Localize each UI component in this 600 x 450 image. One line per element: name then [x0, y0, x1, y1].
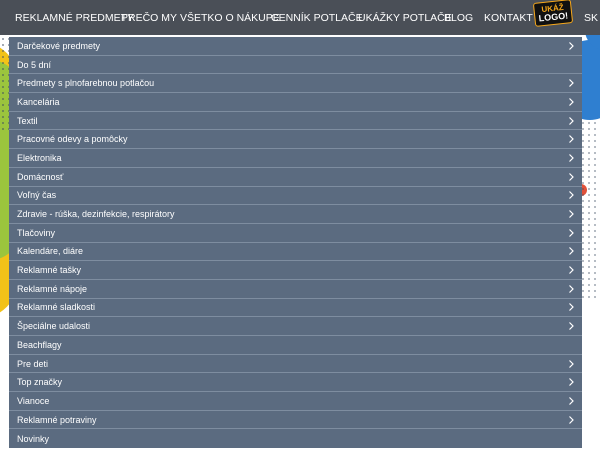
chevron-right-icon[interactable]: [566, 116, 576, 126]
dot-pattern-right: [580, 120, 600, 300]
menu-item[interactable]: Darčekové predmety: [9, 37, 582, 56]
chevron-right-icon[interactable]: [566, 377, 576, 387]
menu-item[interactable]: Pracovné odevy a pomôcky: [9, 130, 582, 150]
chevron-right-icon[interactable]: [566, 209, 576, 219]
chevron-right-icon[interactable]: [566, 284, 576, 294]
menu-item-label: Novinky: [17, 433, 50, 444]
nav-reklamne-predmety[interactable]: REKLAMNÉ PREDMETY: [15, 12, 134, 24]
category-dropdown-menu: Darčekové predmety Do 5 dní Predmety s pln…: [9, 37, 582, 449]
menu-item[interactable]: Kancelária: [9, 93, 582, 112]
chevron-right-icon[interactable]: [566, 415, 576, 425]
language-switcher[interactable]: SK: [584, 12, 598, 24]
menu-item[interactable]: Textil: [9, 112, 582, 131]
menu-item[interactable]: Tlačoviny: [9, 224, 582, 243]
menu-item-label: Do 5 dní: [17, 59, 52, 70]
menu-item-label: Tlačoviny: [17, 227, 56, 238]
menu-item[interactable]: Elektronika: [9, 149, 582, 168]
menu-item[interactable]: Reklamné tašky: [9, 261, 582, 280]
menu-item-label: Špeciálne udalosti: [17, 321, 91, 332]
menu-item[interactable]: Predmety s plnofarebnou potlačou: [9, 74, 582, 94]
menu-item-label: Beachflagy: [17, 339, 62, 350]
chevron-right-icon[interactable]: [566, 97, 576, 107]
nav-vsetko-o-nakupe[interactable]: VŠETKO O NÁKUPE: [180, 12, 280, 24]
menu-item[interactable]: Vianoce: [9, 392, 582, 411]
logo-line2: LOGO!: [538, 10, 569, 24]
menu-item[interactable]: Novinky: [9, 429, 582, 448]
chevron-right-icon[interactable]: [566, 359, 576, 369]
menu-item[interactable]: Reklamné sladkosti: [9, 299, 582, 318]
menu-item-label: Domácnosť: [17, 171, 64, 182]
chevron-right-icon[interactable]: [566, 190, 576, 200]
menu-item[interactable]: Zdravie - rúška, dezinfekcie, respirátor…: [9, 205, 582, 224]
menu-item[interactable]: Domácnosť: [9, 168, 582, 187]
menu-item-label: Predmety s plnofarebnou potlačou: [17, 78, 155, 89]
chevron-right-icon[interactable]: [566, 78, 576, 88]
menu-item-label: Reklamné potraviny: [17, 414, 97, 425]
chevron-right-icon[interactable]: [566, 153, 576, 163]
menu-item-label: Vianoce: [17, 395, 50, 406]
chevron-right-icon[interactable]: [566, 41, 576, 51]
chevron-right-icon[interactable]: [566, 228, 576, 238]
chevron-right-icon[interactable]: [566, 246, 576, 256]
menu-item-label: Kancelária: [17, 96, 60, 107]
chevron-right-icon[interactable]: [566, 172, 576, 182]
chevron-right-icon[interactable]: [566, 134, 576, 144]
menu-item[interactable]: Voľný čas: [9, 187, 582, 206]
menu-item[interactable]: Kalendáre, diáre: [9, 243, 582, 262]
menu-item-label: Pracovné odevy a pomôcky: [17, 134, 128, 145]
menu-item-label: Kalendáre, diáre: [17, 246, 84, 257]
menu-item-label: Reklamné nápoje: [17, 283, 88, 294]
menu-item-label: Elektronika: [17, 152, 62, 163]
menu-item[interactable]: Beachflagy: [9, 336, 582, 355]
nav-cennik-potlace[interactable]: CENNÍK POTLAČE: [271, 12, 363, 24]
chevron-right-icon[interactable]: [566, 302, 576, 312]
menu-item-label: Darčekové predmety: [17, 40, 101, 51]
menu-item-label: Reklamné sladkosti: [17, 302, 96, 313]
menu-item[interactable]: Špeciálne udalosti: [9, 317, 582, 336]
nav-blog[interactable]: BLOG: [444, 12, 473, 24]
menu-item[interactable]: Do 5 dní: [9, 56, 582, 75]
menu-item-label: Zdravie - rúška, dezinfekcie, respirátor…: [17, 209, 175, 220]
menu-item[interactable]: Reklamné potraviny: [9, 411, 582, 430]
nav-kontakt[interactable]: KONTAKT: [484, 12, 533, 24]
site-logo[interactable]: UKÁŽ LOGO!: [532, 0, 574, 27]
menu-item-label: Textil: [17, 115, 38, 126]
top-navigation: REKLAMNÉ PREDMETY PREČO MY VŠETKO O NÁKU…: [0, 0, 600, 35]
menu-item-label: Top značky: [17, 377, 63, 388]
chevron-right-icon[interactable]: [566, 396, 576, 406]
chevron-right-icon[interactable]: [566, 265, 576, 275]
menu-item-label: Reklamné tašky: [17, 265, 82, 276]
menu-item-label: Pre deti: [17, 358, 49, 369]
menu-item-label: Voľný čas: [17, 190, 57, 201]
nav-ukazky-potlace[interactable]: UKÁŽKY POTLAČE: [358, 12, 452, 24]
menu-item[interactable]: Pre deti: [9, 355, 582, 374]
nav-preco-my[interactable]: PREČO MY: [121, 12, 177, 24]
menu-item[interactable]: Reklamné nápoje: [9, 280, 582, 299]
menu-item[interactable]: Top značky: [9, 373, 582, 393]
chevron-right-icon[interactable]: [566, 321, 576, 331]
